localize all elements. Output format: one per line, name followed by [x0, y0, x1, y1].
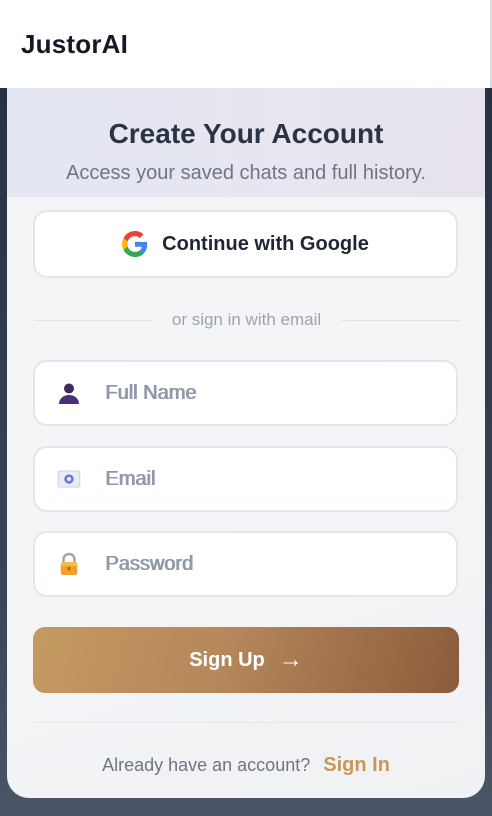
signin-prompt: Already have an account? Sign In	[7, 754, 485, 777]
password-input[interactable]	[105, 544, 425, 584]
email-input[interactable]	[105, 459, 425, 499]
divider-line-left	[33, 319, 152, 321]
divider-text: or sign in with email	[171, 310, 322, 329]
full-name-input[interactable]	[105, 373, 425, 413]
arrow-right-icon: →	[278, 646, 303, 673]
signup-card: Create Your Account Access your saved ch…	[7, 88, 485, 798]
sign-in-link[interactable]: Sign In	[323, 754, 390, 776]
sign-up-button[interactable]: Sign Up →	[33, 627, 459, 693]
signin-prompt-text: Already have an account?	[102, 755, 311, 775]
user-icon	[55, 379, 83, 407]
password-field[interactable]	[33, 531, 458, 597]
continue-with-google-button[interactable]: Continue with Google	[33, 210, 458, 278]
footer-divider	[33, 722, 460, 723]
google-icon	[122, 231, 148, 257]
email-field[interactable]	[33, 446, 458, 512]
divider-line-right	[341, 319, 460, 321]
page-title: Create Your Account	[108, 118, 384, 149]
sign-up-label: Sign Up	[189, 648, 265, 671]
google-button-label: Continue with Google	[162, 232, 369, 255]
card-header: Create Your Account Access your saved ch…	[7, 88, 485, 197]
brand-logo-text[interactable]: JustorAI	[21, 29, 128, 60]
page-subtitle: Access your saved chats and full history…	[66, 162, 426, 184]
full-name-field[interactable]	[33, 360, 458, 426]
lock-icon	[55, 550, 83, 578]
app-header: JustorAI	[0, 0, 492, 88]
email-divider: or sign in with email	[33, 310, 460, 330]
email-card-icon	[55, 465, 83, 493]
